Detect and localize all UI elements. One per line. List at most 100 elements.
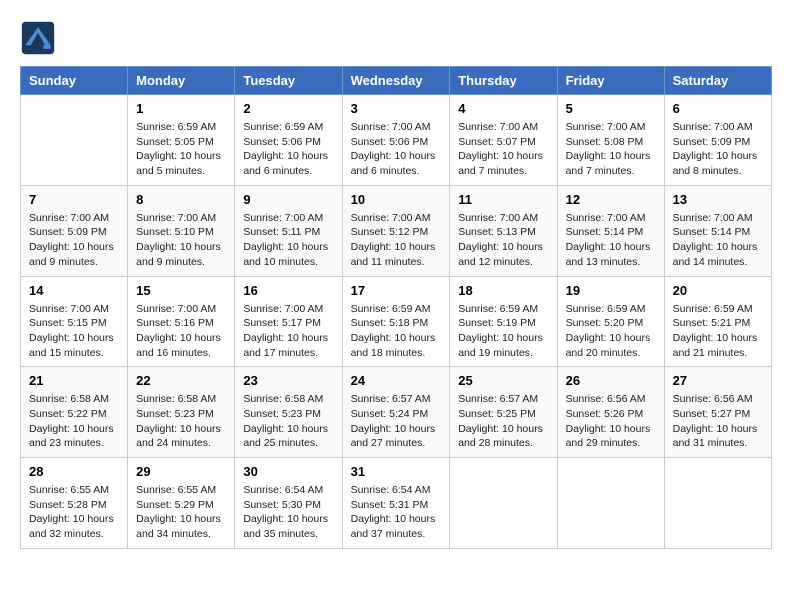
day-number: 10 (351, 192, 442, 207)
calendar-cell: 18 Sunrise: 6:59 AM Sunset: 5:19 PM Dayli… (450, 276, 557, 367)
calendar-cell: 8 Sunrise: 7:00 AM Sunset: 5:10 PM Daylig… (128, 185, 235, 276)
calendar-cell (557, 458, 664, 549)
logo-icon (20, 20, 56, 56)
day-number: 25 (458, 373, 548, 388)
calendar-cell: 14 Sunrise: 7:00 AM Sunset: 5:15 PM Dayli… (21, 276, 128, 367)
day-number: 17 (351, 283, 442, 298)
calendar-cell: 11 Sunrise: 7:00 AM Sunset: 5:13 PM Dayli… (450, 185, 557, 276)
calendar-table: SundayMondayTuesdayWednesdayThursdayFrid… (20, 66, 772, 549)
calendar-cell: 28 Sunrise: 6:55 AM Sunset: 5:28 PM Dayli… (21, 458, 128, 549)
cell-content: Sunrise: 7:00 AM Sunset: 5:08 PM Dayligh… (566, 120, 656, 179)
calendar-cell: 27Sunrise: 6:56 AM Sunset: 5:27 PM Dayli… (664, 367, 771, 458)
day-number: 21 (29, 373, 119, 388)
cell-content: Sunrise: 6:57 AM Sunset: 5:24 PM Dayligh… (351, 392, 442, 451)
calendar-cell: 6 Sunrise: 7:00 AM Sunset: 5:09 PM Daylig… (664, 95, 771, 186)
day-number: 5 (566, 101, 656, 116)
day-number: 26 (566, 373, 656, 388)
column-header-tuesday: Tuesday (235, 67, 342, 95)
column-header-sunday: Sunday (21, 67, 128, 95)
day-number: 29 (136, 464, 226, 479)
calendar-cell: 24 Sunrise: 6:57 AM Sunset: 5:24 PM Dayli… (342, 367, 450, 458)
cell-content: Sunrise: 7:00 AM Sunset: 5:16 PM Dayligh… (136, 302, 226, 361)
calendar-cell: 1Sunrise: 6:59 AM Sunset: 5:05 PM Daylig… (128, 95, 235, 186)
calendar-cell: 22Sunrise: 6:58 AM Sunset: 5:23 PM Dayli… (128, 367, 235, 458)
calendar-header-row: SundayMondayTuesdayWednesdayThursdayFrid… (21, 67, 772, 95)
day-number: 2 (243, 101, 333, 116)
day-number: 16 (243, 283, 333, 298)
day-number: 19 (566, 283, 656, 298)
calendar-cell: 23Sunrise: 6:58 AM Sunset: 5:23 PM Dayli… (235, 367, 342, 458)
cell-content: Sunrise: 6:54 AM Sunset: 5:30 PM Dayligh… (243, 483, 333, 542)
calendar-cell: 29 Sunrise: 6:55 AM Sunset: 5:29 PM Dayli… (128, 458, 235, 549)
column-header-saturday: Saturday (664, 67, 771, 95)
calendar-cell: 5 Sunrise: 7:00 AM Sunset: 5:08 PM Daylig… (557, 95, 664, 186)
calendar-cell: 25Sunrise: 6:57 AM Sunset: 5:25 PM Dayli… (450, 367, 557, 458)
calendar-cell: 30Sunrise: 6:54 AM Sunset: 5:30 PM Dayli… (235, 458, 342, 549)
column-header-monday: Monday (128, 67, 235, 95)
cell-content: Sunrise: 7:00 AM Sunset: 5:10 PM Dayligh… (136, 211, 226, 270)
logo (20, 20, 60, 56)
day-number: 24 (351, 373, 442, 388)
calendar-week-row: 21 Sunrise: 6:58 AM Sunset: 5:22 PM Dayli… (21, 367, 772, 458)
calendar-cell (21, 95, 128, 186)
calendar-cell: 10 Sunrise: 7:00 AM Sunset: 5:12 PM Dayli… (342, 185, 450, 276)
day-number: 20 (673, 283, 763, 298)
cell-content: Sunrise: 6:55 AM Sunset: 5:29 PM Dayligh… (136, 483, 226, 542)
cell-content: Sunrise: 7:00 AM Sunset: 5:14 PM Dayligh… (566, 211, 656, 270)
cell-content: Sunrise: 7:00 AM Sunset: 5:17 PM Dayligh… (243, 302, 333, 361)
calendar-cell: 15 Sunrise: 7:00 AM Sunset: 5:16 PM Dayli… (128, 276, 235, 367)
cell-content: Sunrise: 6:58 AM Sunset: 5:23 PM Dayligh… (136, 392, 226, 451)
day-number: 3 (351, 101, 442, 116)
calendar-cell: 12 Sunrise: 7:00 AM Sunset: 5:14 PM Dayli… (557, 185, 664, 276)
calendar-cell: 17 Sunrise: 6:59 AM Sunset: 5:18 PM Dayli… (342, 276, 450, 367)
cell-content: Sunrise: 6:56 AM Sunset: 5:26 PM Dayligh… (566, 392, 656, 451)
calendar-cell: 7Sunrise: 7:00 AM Sunset: 5:09 PM Daylig… (21, 185, 128, 276)
column-header-thursday: Thursday (450, 67, 557, 95)
day-number: 12 (566, 192, 656, 207)
day-number: 31 (351, 464, 442, 479)
day-number: 18 (458, 283, 548, 298)
cell-content: Sunrise: 6:58 AM Sunset: 5:23 PM Dayligh… (243, 392, 333, 451)
calendar-cell: 4Sunrise: 7:00 AM Sunset: 5:07 PM Daylig… (450, 95, 557, 186)
day-number: 9 (243, 192, 333, 207)
cell-content: Sunrise: 6:59 AM Sunset: 5:19 PM Dayligh… (458, 302, 548, 361)
cell-content: Sunrise: 6:59 AM Sunset: 5:21 PM Dayligh… (673, 302, 763, 361)
day-number: 28 (29, 464, 119, 479)
day-number: 6 (673, 101, 763, 116)
cell-content: Sunrise: 6:59 AM Sunset: 5:05 PM Dayligh… (136, 120, 226, 179)
cell-content: Sunrise: 7:00 AM Sunset: 5:15 PM Dayligh… (29, 302, 119, 361)
cell-content: Sunrise: 6:59 AM Sunset: 5:18 PM Dayligh… (351, 302, 442, 361)
cell-content: Sunrise: 7:00 AM Sunset: 5:13 PM Dayligh… (458, 211, 548, 270)
calendar-week-row: 14 Sunrise: 7:00 AM Sunset: 5:15 PM Dayli… (21, 276, 772, 367)
calendar-cell (450, 458, 557, 549)
calendar-week-row: 1Sunrise: 6:59 AM Sunset: 5:05 PM Daylig… (21, 95, 772, 186)
calendar-cell: 9 Sunrise: 7:00 AM Sunset: 5:11 PM Daylig… (235, 185, 342, 276)
page-header (20, 20, 772, 56)
cell-content: Sunrise: 7:00 AM Sunset: 5:09 PM Dayligh… (673, 120, 763, 179)
cell-content: Sunrise: 7:00 AM Sunset: 5:11 PM Dayligh… (243, 211, 333, 270)
cell-content: Sunrise: 6:55 AM Sunset: 5:28 PM Dayligh… (29, 483, 119, 542)
calendar-cell: 26 Sunrise: 6:56 AM Sunset: 5:26 PM Dayli… (557, 367, 664, 458)
calendar-cell: 21 Sunrise: 6:58 AM Sunset: 5:22 PM Dayli… (21, 367, 128, 458)
day-number: 8 (136, 192, 226, 207)
calendar-cell: 31 Sunrise: 6:54 AM Sunset: 5:31 PM Dayli… (342, 458, 450, 549)
day-number: 11 (458, 192, 548, 207)
cell-content: Sunrise: 7:00 AM Sunset: 5:06 PM Dayligh… (351, 120, 442, 179)
cell-content: Sunrise: 6:56 AM Sunset: 5:27 PM Dayligh… (673, 392, 763, 451)
calendar-cell: 3 Sunrise: 7:00 AM Sunset: 5:06 PM Daylig… (342, 95, 450, 186)
day-number: 4 (458, 101, 548, 116)
calendar-cell (664, 458, 771, 549)
cell-content: Sunrise: 7:00 AM Sunset: 5:12 PM Dayligh… (351, 211, 442, 270)
calendar-week-row: 28 Sunrise: 6:55 AM Sunset: 5:28 PM Dayli… (21, 458, 772, 549)
calendar-cell: 19Sunrise: 6:59 AM Sunset: 5:20 PM Dayli… (557, 276, 664, 367)
cell-content: Sunrise: 7:00 AM Sunset: 5:14 PM Dayligh… (673, 211, 763, 270)
cell-content: Sunrise: 6:54 AM Sunset: 5:31 PM Dayligh… (351, 483, 442, 542)
day-number: 7 (29, 192, 119, 207)
calendar-cell: 20 Sunrise: 6:59 AM Sunset: 5:21 PM Dayli… (664, 276, 771, 367)
calendar-week-row: 7Sunrise: 7:00 AM Sunset: 5:09 PM Daylig… (21, 185, 772, 276)
calendar-cell: 16 Sunrise: 7:00 AM Sunset: 5:17 PM Dayli… (235, 276, 342, 367)
cell-content: Sunrise: 6:58 AM Sunset: 5:22 PM Dayligh… (29, 392, 119, 451)
calendar-cell: 13Sunrise: 7:00 AM Sunset: 5:14 PM Dayli… (664, 185, 771, 276)
day-number: 14 (29, 283, 119, 298)
day-number: 15 (136, 283, 226, 298)
